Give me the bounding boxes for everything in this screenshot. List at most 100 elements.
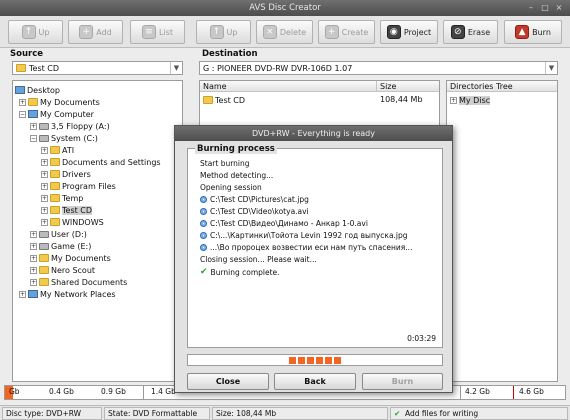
tree-item-nero-scout[interactable]: + Nero Scout	[30, 264, 95, 276]
project-button[interactable]: ◉ Project	[380, 20, 438, 44]
tree-item-system-c[interactable]: − System (C:)	[30, 132, 98, 144]
destination-label: Destination	[202, 49, 258, 59]
new-folder-icon: +	[324, 25, 339, 39]
log-file-path: C:\Test CD\Видео\Динамо - Анкар 1-0.avi	[210, 219, 368, 228]
chevron-down-icon[interactable]: ▼	[545, 62, 557, 74]
tree-item-program-files[interactable]: + Program Files	[41, 180, 116, 192]
collapse-icon[interactable]: −	[30, 134, 37, 142]
add-icon: +	[79, 25, 94, 39]
create-label: Create	[341, 27, 369, 37]
tree-item-my-computer[interactable]: − My Computer	[19, 108, 94, 120]
expand-icon[interactable]: +	[41, 182, 48, 190]
chevron-down-icon[interactable]: ▼	[170, 62, 182, 74]
expand-icon[interactable]: +	[30, 242, 37, 250]
burning-process-label: Burning process	[195, 144, 277, 154]
tree-item-desktop[interactable]: Desktop	[15, 84, 60, 96]
erase-button[interactable]: ⊘ Erase	[443, 20, 498, 44]
project-label: Project	[403, 27, 432, 37]
expand-icon[interactable]: +	[30, 254, 37, 262]
close-button[interactable]: Close	[187, 373, 269, 390]
expand-icon[interactable]: +	[30, 230, 37, 238]
expand-icon[interactable]: +	[41, 158, 48, 166]
ruler-tick: 1.4 Gb	[151, 387, 176, 396]
tree-item-ati[interactable]: + ATI	[41, 144, 74, 156]
folder-icon	[50, 218, 60, 226]
disc-icon	[200, 208, 207, 215]
ruler-tick: Gb	[9, 387, 20, 396]
log-line: Opening session	[200, 183, 262, 192]
dest-up-button[interactable]: ↑ Up	[196, 20, 251, 44]
log-line-complete: ✔ Burning complete.	[200, 267, 280, 277]
dirtree-item-my-disc[interactable]: + My Disc	[450, 94, 491, 106]
drive-icon	[39, 242, 49, 250]
tree-item-shared-documents[interactable]: + Shared Documents	[30, 276, 127, 288]
dialog-burn-button[interactable]: Burn	[362, 373, 443, 390]
source-label: Source	[10, 49, 44, 59]
drive-combo[interactable]: G : PIONEER DVD-RW DVR-106D 1.07 ▼	[199, 61, 558, 75]
tree-item-test-cd[interactable]: + Test CD	[41, 204, 93, 216]
ruler-tick: 0.4 Gb	[49, 387, 74, 396]
disc-icon	[200, 244, 207, 251]
expand-icon[interactable]: +	[41, 170, 48, 178]
expand-icon[interactable]: +	[41, 146, 48, 154]
tree-item-my-documents-2[interactable]: + My Documents	[30, 252, 111, 264]
expand-icon[interactable]: +	[19, 290, 26, 298]
expand-icon[interactable]: +	[30, 278, 37, 286]
expand-icon[interactable]: +	[41, 218, 48, 226]
expand-icon[interactable]: +	[41, 206, 48, 214]
dialog-title: DVD+RW - Everything is ready	[175, 126, 452, 141]
tree-item-windows[interactable]: + WINDOWS	[41, 216, 104, 228]
source-up-button[interactable]: ↑ Up	[8, 20, 63, 44]
list-label: List	[159, 27, 173, 37]
tree-item-user-d[interactable]: + User (D:)	[30, 228, 87, 240]
expand-icon[interactable]: +	[19, 98, 26, 106]
elapsed-time: 0:03:29	[407, 334, 436, 343]
window-title-bar: AVS Disc Creator – □ ×	[0, 0, 570, 16]
log-line: Method detecting...	[200, 171, 274, 180]
collapse-icon[interactable]: −	[19, 110, 26, 118]
maximize-icon[interactable]: □	[540, 3, 550, 13]
expand-icon[interactable]: +	[30, 266, 37, 274]
tree-item-game-e[interactable]: + Game (E:)	[30, 240, 91, 252]
tree-item-documents-settings[interactable]: + Documents and Settings	[41, 156, 161, 168]
tree-item-my-documents[interactable]: + My Documents	[19, 96, 100, 108]
source-tree[interactable]: Desktop + My Documents − My Computer +3,5 …	[12, 80, 183, 382]
file-row[interactable]: Test CD	[203, 94, 245, 106]
folder-icon	[203, 96, 213, 104]
column-header-name[interactable]: Name	[200, 81, 377, 92]
delete-label: Delete	[279, 27, 307, 37]
expand-icon[interactable]: +	[30, 122, 37, 130]
create-button[interactable]: + Create	[318, 20, 375, 44]
add-button[interactable]: + Add	[68, 20, 123, 44]
project-disc-icon: ◉	[386, 25, 401, 39]
tree-item-floppy[interactable]: +3,5 Floppy (A:)	[30, 120, 110, 132]
status-bar: Disc type: DVD+RW State: DVD Formattable…	[0, 405, 570, 420]
column-header-size[interactable]: Size	[377, 81, 439, 92]
list-button[interactable]: ≡ List	[130, 20, 185, 44]
folder-icon	[39, 266, 49, 274]
tree-label: Program Files	[62, 181, 116, 191]
back-button[interactable]: Back	[274, 373, 356, 390]
window-title: AVS Disc Creator	[249, 3, 321, 13]
minimize-icon[interactable]: –	[526, 3, 536, 13]
expand-icon[interactable]: +	[41, 194, 48, 202]
burn-button[interactable]: ▲ Burn	[504, 20, 562, 44]
directories-tree-header: Directories Tree	[447, 81, 557, 92]
close-icon[interactable]: ×	[554, 3, 564, 13]
file-row-size: 108,44 Mb	[380, 95, 423, 104]
expand-icon[interactable]: +	[450, 96, 457, 104]
source-combo[interactable]: Test CD ▼	[12, 61, 183, 75]
tree-item-drivers[interactable]: + Drivers	[41, 168, 91, 180]
erase-label: Erase	[467, 27, 491, 37]
tree-item-network-places[interactable]: + My Network Places	[19, 288, 116, 300]
directories-tree[interactable]: Directories Tree + My Disc	[446, 80, 558, 382]
delete-button[interactable]: × Delete	[256, 20, 313, 44]
drive-icon	[39, 230, 49, 238]
folder-icon	[16, 64, 26, 72]
folder-icon	[39, 254, 49, 262]
folder-icon	[50, 194, 60, 202]
tree-label: Drivers	[62, 169, 91, 179]
tree-item-temp[interactable]: + Temp	[41, 192, 83, 204]
log-file-path: C:\Test CD\Pictures\cat.jpg	[210, 195, 309, 204]
burn-label: Burn	[532, 27, 551, 37]
